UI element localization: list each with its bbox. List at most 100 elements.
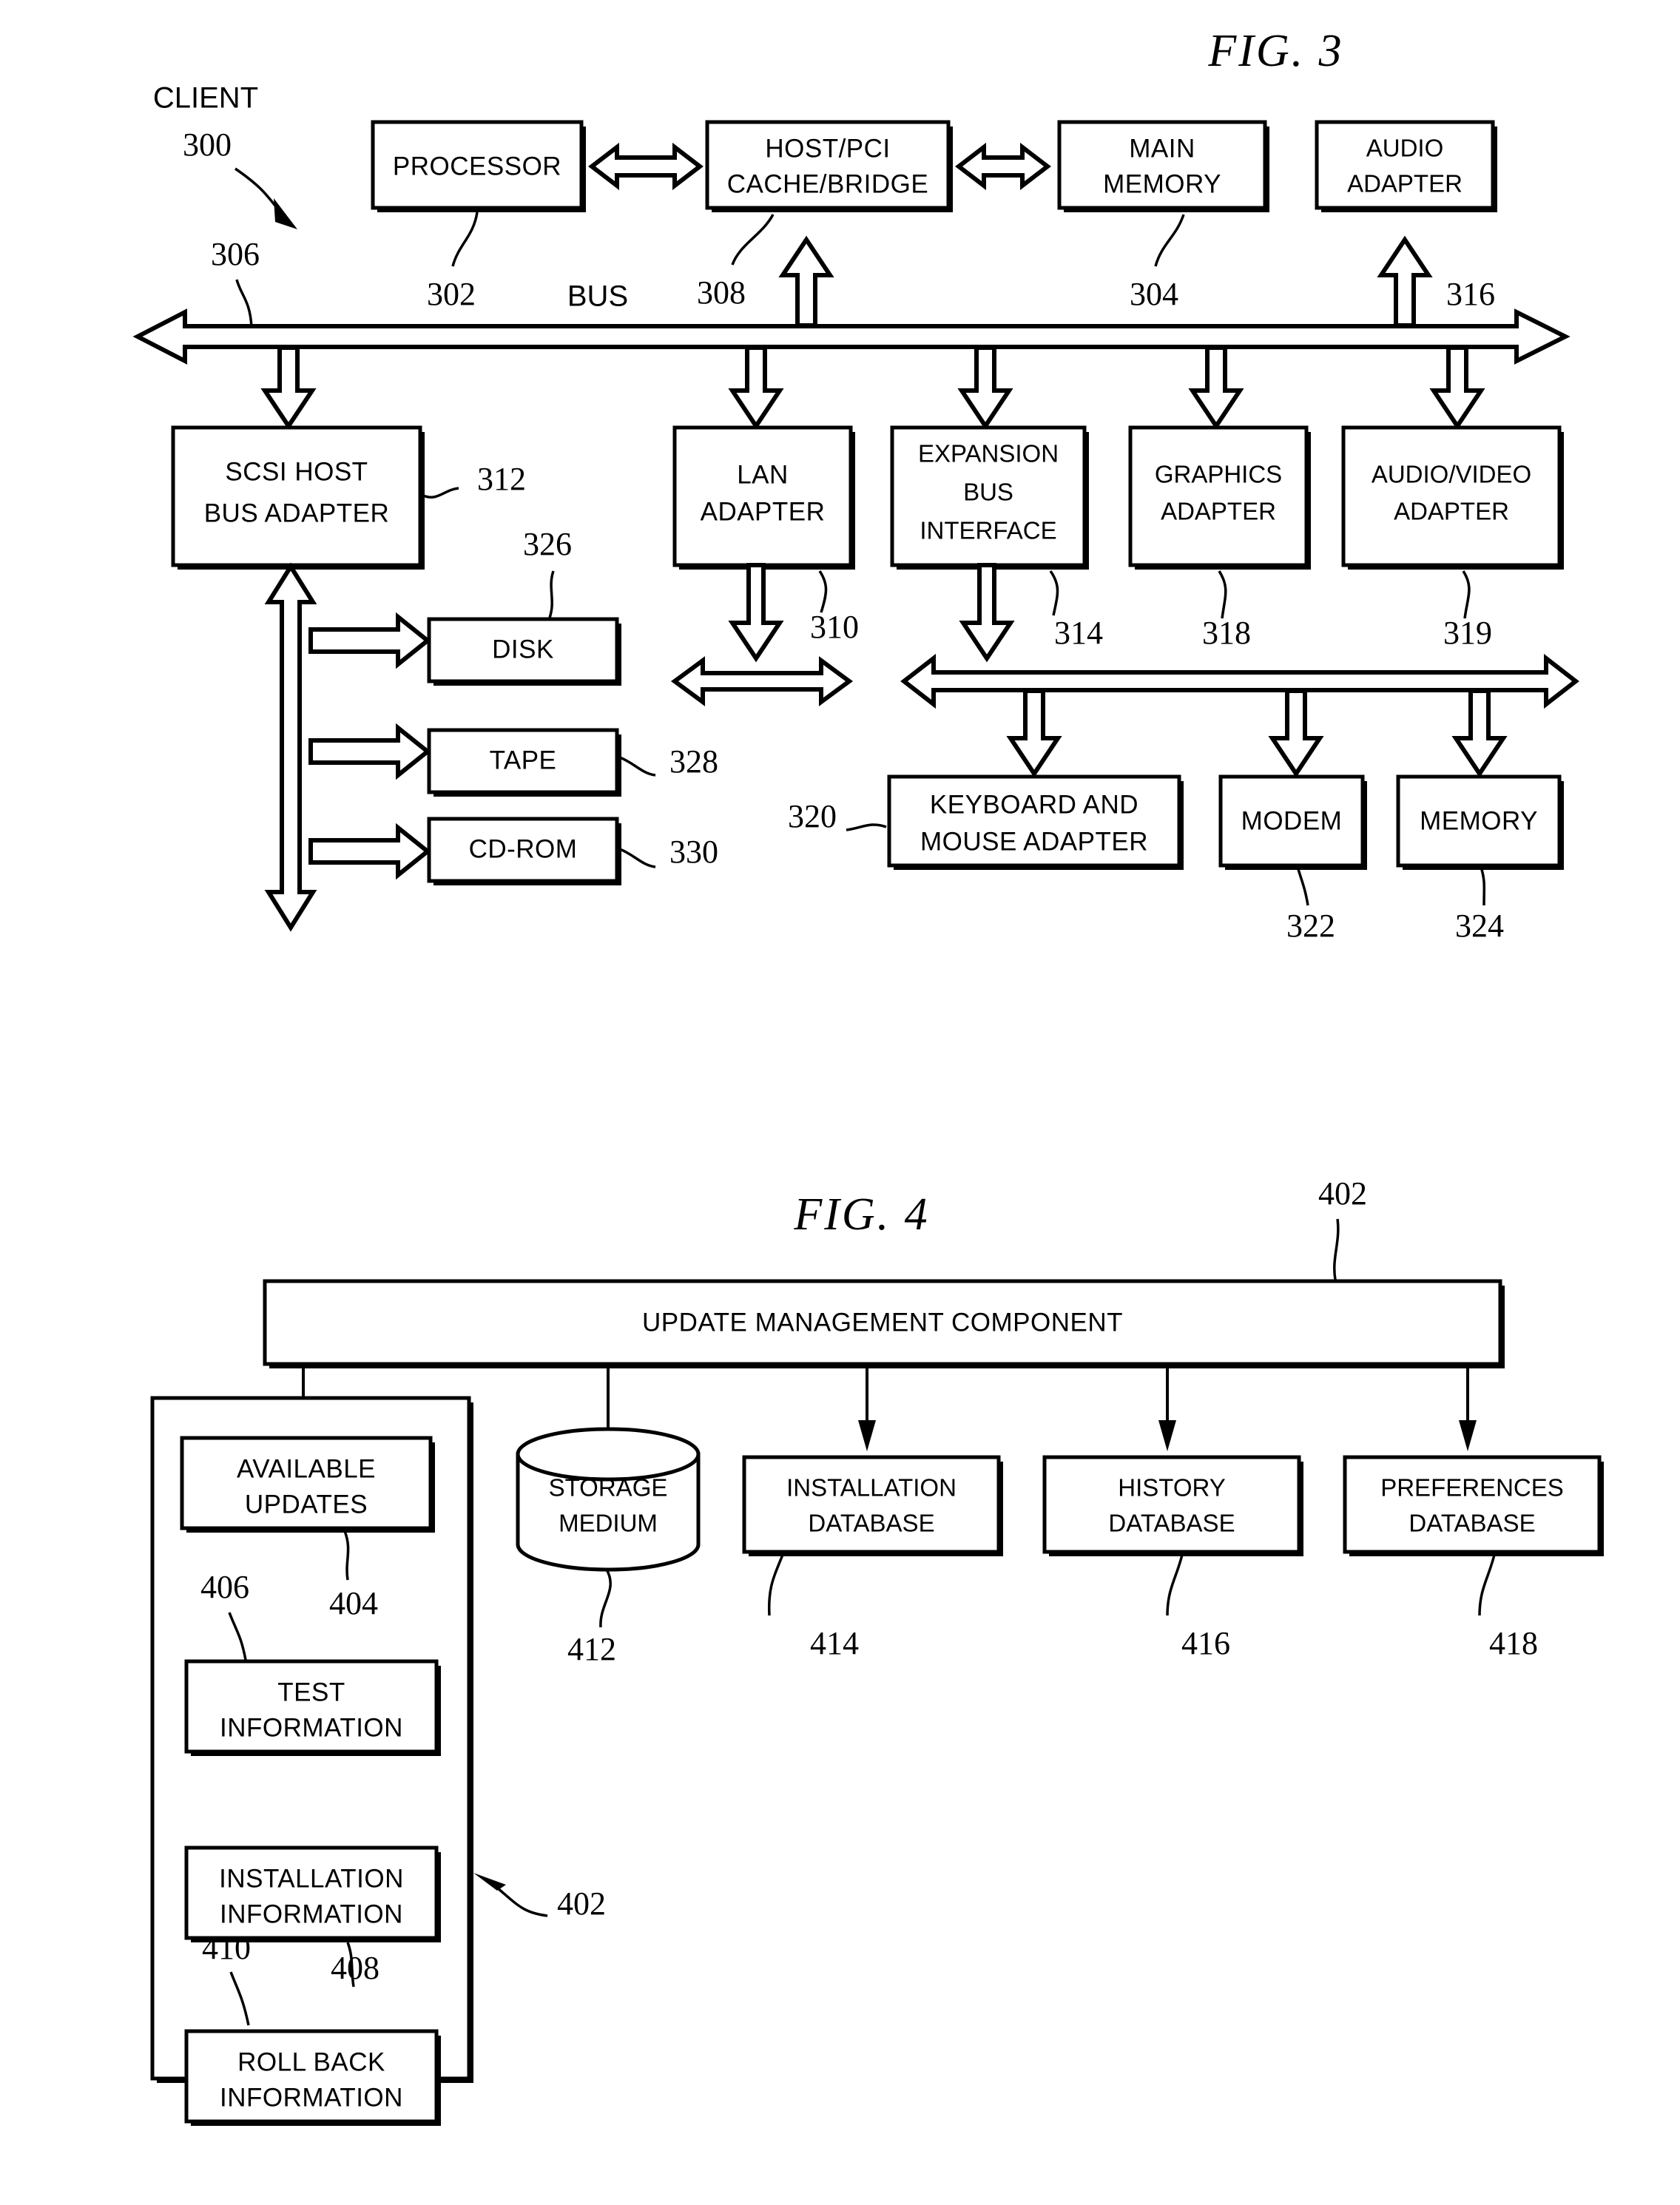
install-info-label-line2: INFORMATION [220, 1900, 403, 1928]
main-memory-label-line1: MAIN [1129, 134, 1195, 163]
history-db-label-line1: HISTORY [1118, 1474, 1226, 1502]
history-db-ref: 416 [1181, 1625, 1230, 1661]
bus-to-expansion-arrow [957, 345, 1013, 430]
keyboard-label-line1: KEYBOARD AND [930, 790, 1138, 819]
graphics-label-line1: GRAPHICS [1155, 461, 1282, 488]
audio-adapter-ref: 316 [1446, 276, 1495, 312]
audiovideo-ref-leader [1462, 570, 1471, 619]
client-leader [235, 167, 281, 213]
preferences-db-ref: 418 [1489, 1625, 1538, 1661]
disk-ref: 326 [523, 526, 572, 562]
audiovideo-label-line1: AUDIO/VIDEO [1372, 461, 1531, 488]
expansion-label-line3: INTERFACE [920, 517, 1056, 544]
graphics-box [1128, 425, 1309, 567]
scsi-label-line2: BUS ADAPTER [204, 499, 390, 527]
expansion-ref-leader [1049, 570, 1059, 616]
storage-ref-leader [599, 1569, 612, 1628]
rollback-label-line2: INFORMATION [220, 2083, 403, 2112]
audiovideo-ref: 319 [1443, 615, 1492, 651]
processor-bridge-arrow [588, 142, 704, 191]
fig3-title: FIG. 3 [1207, 26, 1343, 76]
scsi-label-line1: SCSI HOST [225, 457, 368, 486]
fig4-title: FIG. 4 [793, 1189, 929, 1240]
tape-ref-leader [619, 756, 656, 777]
bus-to-host-pci-arrow [778, 235, 834, 328]
main-memory-ref: 304 [1130, 276, 1178, 312]
umc-ref: 402 [1318, 1175, 1367, 1212]
client-label: CLIENT [153, 82, 258, 115]
install-info-label-line1: INSTALLATION [219, 1864, 404, 1893]
memory-ref-leader [1480, 866, 1486, 906]
storage-medium-label-line1: STORAGE [549, 1474, 668, 1502]
bus-to-lan-arrow [728, 345, 784, 430]
modem-label: MODEM [1241, 806, 1343, 835]
processor-label: PROCESSOR [393, 152, 561, 180]
scsi-vertical-bus-arrow [264, 562, 317, 932]
audio-adapter-label-line1: AUDIO [1366, 135, 1444, 162]
available-updates-label-line2: UPDATES [245, 1490, 368, 1519]
installation-db-ref: 414 [810, 1625, 859, 1661]
bus-to-scsi-arrow [260, 345, 317, 430]
preferences-db-ref-leader [1478, 1554, 1496, 1616]
disk-ref-leader [547, 570, 555, 621]
rollback-label-line1: ROLL BACK [237, 2047, 385, 2076]
memory-ref: 324 [1455, 908, 1504, 944]
container-ref-arrowhead [473, 1873, 506, 1891]
lan-label-line1: LAN [737, 460, 789, 489]
preferences-db-label-line2: DATABASE [1409, 1510, 1535, 1537]
available-updates-label-line1: AVAILABLE [237, 1454, 376, 1483]
lan-ref: 310 [810, 609, 859, 645]
container-ref-number: 402 [557, 1885, 606, 1922]
umc-label: UPDATE MANAGEMENT COMPONENT [642, 1308, 1123, 1337]
scsi-to-cdrom-arrow [308, 823, 431, 880]
bus-to-audio-adapter-arrow [1377, 235, 1433, 328]
keyboard-label-line2: MOUSE ADAPTER [920, 827, 1148, 856]
host-pci-label-line1: HOST/PCI [765, 134, 890, 163]
graphics-label-line2: ADAPTER [1161, 498, 1276, 525]
graphics-ref-leader [1218, 570, 1227, 619]
processor-ref: 302 [427, 276, 476, 312]
scsi-ref: 312 [477, 461, 526, 497]
scsi-to-disk-arrow [308, 612, 431, 669]
disk-label: DISK [492, 635, 554, 663]
figure-3: FIG. 3 CLIENT 300 PROCESSOR HOST/PCI CAC… [132, 26, 1579, 944]
keyboard-ref-leader [846, 823, 887, 831]
tape-label: TAPE [490, 746, 557, 774]
scsi-to-tape-arrow [308, 723, 431, 780]
main-bus-arrow [132, 308, 1571, 365]
test-info-ref: 406 [200, 1569, 249, 1605]
patent-drawing-sheet: FIG. 3 CLIENT 300 PROCESSOR HOST/PCI CAC… [0, 0, 1680, 2205]
bus-ref-leader [235, 279, 253, 328]
tape-ref: 328 [669, 743, 718, 780]
patent-figures-svg: FIG. 3 CLIENT 300 PROCESSOR HOST/PCI CAC… [132, 26, 1604, 2126]
installation-db-label-line1: INSTALLATION [786, 1474, 957, 1502]
installation-db-ref-leader [767, 1554, 784, 1616]
scsi-ref-leader [422, 487, 459, 499]
storage-ref: 412 [567, 1631, 616, 1667]
expbus-to-modem-arrow [1268, 689, 1324, 778]
preferences-db-box [1343, 1455, 1602, 1554]
host-pci-ref-leader [731, 214, 775, 266]
expbus-to-keyboard-arrow [1006, 689, 1062, 778]
scsi-box [171, 425, 422, 567]
preferences-db-label-line1: PREFERENCES [1380, 1474, 1564, 1502]
audiovideo-box [1341, 425, 1562, 567]
client-ref: 300 [183, 126, 232, 163]
rollback-ref: 410 [202, 1930, 251, 1966]
memory-label: MEMORY [1420, 806, 1538, 835]
bus-to-audiovideo-arrow [1429, 345, 1485, 430]
install-info-ref: 408 [331, 1950, 379, 1986]
expansion-down-connector [959, 563, 1015, 663]
cdrom-ref: 330 [669, 834, 718, 870]
bus-label: BUS [567, 280, 628, 313]
lan-external-bus-arrow [670, 656, 854, 706]
keyboard-ref: 320 [788, 798, 837, 834]
umc-ref-leader [1333, 1218, 1340, 1280]
bus-ref: 306 [211, 236, 260, 272]
lan-label-line2: ADAPTER [701, 497, 826, 526]
cdrom-ref-leader [619, 848, 656, 868]
modem-ref-leader [1296, 866, 1309, 906]
available-updates-ref: 404 [329, 1585, 378, 1621]
storage-medium-label-line2: MEDIUM [559, 1510, 658, 1537]
installation-db-box [742, 1455, 1001, 1554]
